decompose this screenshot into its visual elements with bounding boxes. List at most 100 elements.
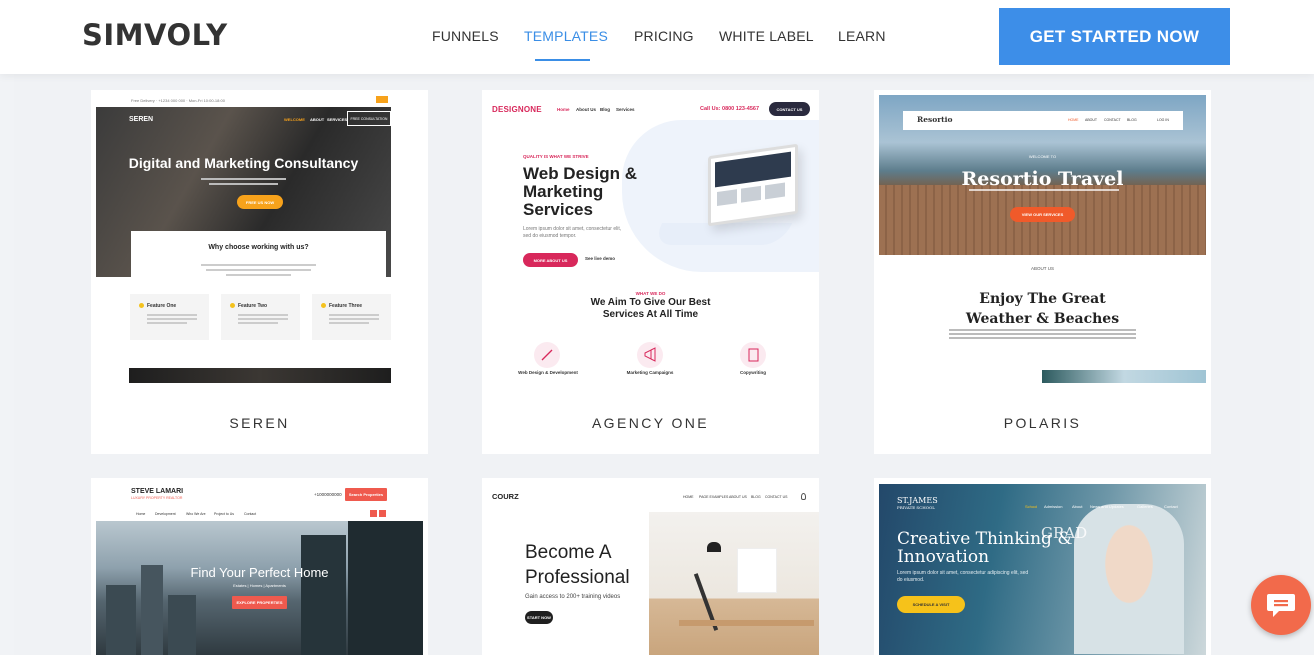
steve-cta: Search Properties bbox=[345, 488, 387, 501]
polaris-hero-title: Resortio Travel bbox=[961, 168, 1124, 190]
seren-feature-one-text bbox=[147, 312, 197, 326]
seren-nav-about: ABOUT bbox=[310, 117, 325, 122]
seren-topbar: Free Delivery · +1234 000 000 · Mon-Fri … bbox=[131, 98, 225, 103]
seren-feature-three-title: Feature Three bbox=[329, 303, 363, 309]
template-card-polaris[interactable]: Resortio HOME ABOUT CONTACT BLOG LOG IN … bbox=[874, 90, 1211, 454]
star-icon bbox=[321, 303, 326, 308]
agency-nav-home: Home bbox=[557, 107, 570, 112]
polaris-hero-button: VIEW OUR SERVICES bbox=[1010, 207, 1075, 222]
seren-brand: SEREN bbox=[129, 116, 154, 123]
nav-funnels[interactable]: FUNNELS bbox=[432, 28, 499, 44]
nav-pricing[interactable]: PRICING bbox=[634, 28, 694, 44]
seren-nav-consultation: FREE CONSULTATION bbox=[347, 111, 391, 126]
template-card-steve-lamari[interactable]: STEVE LAMARI LUXURY PROPERTY REALTOR +10… bbox=[91, 478, 428, 655]
courz-nav-pages: PAGE EXAMPLES bbox=[699, 495, 729, 499]
agency-demo-link: See live demo bbox=[585, 256, 616, 261]
steve-hero-button: EXPLORE PROPERTIES bbox=[232, 596, 287, 609]
st-james-brand-sub: PRIVATE SCHOOL bbox=[897, 505, 935, 510]
seren-feature-two: Feature Two bbox=[221, 294, 300, 340]
megaphone-icon bbox=[637, 342, 663, 368]
courz-hero-photo bbox=[649, 512, 819, 655]
polaris-navbar: Resortio HOME ABOUT CONTACT BLOG LOG IN bbox=[903, 111, 1183, 130]
chat-widget-button[interactable] bbox=[1251, 575, 1311, 635]
get-started-button[interactable]: GET STARTED NOW bbox=[999, 8, 1230, 65]
seren-feature-three: Feature Three bbox=[312, 294, 391, 340]
seren-why-text bbox=[201, 261, 316, 279]
agency-more-button: MORE ABOUT US bbox=[523, 253, 578, 267]
courz-hero-sub: Gain access to 200+ training videos bbox=[525, 594, 621, 600]
polaris-hero-text bbox=[969, 189, 1119, 191]
steve-nav-home: Home bbox=[136, 512, 146, 516]
star-icon bbox=[139, 303, 144, 308]
polaris-welcome: WELCOME TO bbox=[1028, 154, 1057, 159]
nav-learn[interactable]: LEARN bbox=[838, 28, 886, 44]
seren-feature-two-text bbox=[238, 312, 288, 326]
polaris-nav-contact: CONTACT bbox=[1104, 118, 1121, 122]
polaris-nav-about: ABOUT bbox=[1085, 118, 1098, 122]
st-james-nav-school: School bbox=[1025, 504, 1038, 509]
st-james-nav-galleries: Galleries bbox=[1137, 504, 1153, 509]
polaris-brand: Resortio bbox=[917, 115, 953, 124]
template-preview-courz: COURZ HOME PAGE EXAMPLES ABOUT US BLOG C… bbox=[482, 478, 819, 655]
template-preview-agency-one: DESIGNONE Home About Us Blog Services Ca… bbox=[482, 90, 819, 390]
agency-phone: Call Us: 0800 123-4567 bbox=[700, 106, 760, 112]
polaris-nav-blog: BLOG bbox=[1127, 118, 1137, 122]
template-card-agency-one[interactable]: DESIGNONE Home About Us Blog Services Ca… bbox=[482, 90, 819, 454]
active-nav-underline bbox=[535, 59, 590, 61]
seren-nav-welcome: WELCOME bbox=[284, 117, 305, 122]
courz-hero-button: START NOW bbox=[525, 611, 553, 624]
agency-brand: DESIGNONE bbox=[492, 105, 542, 114]
steve-hero: Find Your Perfect Home Estates | Homes |… bbox=[96, 521, 423, 655]
agency-nav-services: Services bbox=[616, 107, 635, 112]
polaris-footer-strip bbox=[1042, 370, 1206, 383]
nav-templates[interactable]: TEMPLATES bbox=[524, 28, 608, 44]
st-james-hero-title: Creative Thinking & Innovation bbox=[897, 529, 1073, 567]
courz-brand: COURZ bbox=[492, 492, 519, 501]
agency-section-title: We Aim To Give Our Best Services At All … bbox=[590, 297, 711, 320]
st-james-hero-text: Lorem ipsum dolor sit amet, consectetur … bbox=[897, 570, 1029, 583]
template-card-st-james[interactable]: ST.JAMES PRIVATE SCHOOL School Admission… bbox=[874, 478, 1211, 655]
courz-nav-home: HOME bbox=[683, 495, 694, 499]
steve-nav-project: Project to Us bbox=[214, 512, 235, 516]
seren-topbar-badge bbox=[376, 96, 388, 103]
polaris-nav-login: LOG IN bbox=[1157, 118, 1169, 122]
seren-nav-services: SERVICES bbox=[327, 117, 348, 122]
star-icon bbox=[230, 303, 235, 308]
courz-nav-about: ABOUT US bbox=[729, 495, 747, 499]
agency-service-copy: Copywriting bbox=[740, 370, 766, 375]
seren-feature-two-title: Feature Two bbox=[238, 303, 268, 309]
template-preview-polaris: Resortio HOME ABOUT CONTACT BLOG LOG IN … bbox=[874, 90, 1211, 390]
prev-arrow-icon bbox=[370, 510, 377, 517]
agency-contact-button: CONTACT US bbox=[769, 102, 810, 116]
st-james-nav-contact: Contact bbox=[1164, 504, 1178, 509]
agency-kicker: QUALITY IS WHAT WE STRIVE bbox=[523, 154, 589, 159]
agency-nav-blog: Blog bbox=[600, 107, 610, 112]
st-james-nav-news: News and Updates bbox=[1090, 504, 1124, 509]
laptop-base bbox=[651, 223, 793, 245]
polaris-nav-home: HOME bbox=[1068, 118, 1079, 122]
seren-hero-title: Digital and Marketing Consultancy bbox=[128, 155, 359, 171]
template-preview-st-james: ST.JAMES PRIVATE SCHOOL School Admission… bbox=[874, 478, 1211, 655]
polaris-hero: Resortio HOME ABOUT CONTACT BLOG LOG IN … bbox=[879, 95, 1206, 255]
courz-hero-title: Become A Professional bbox=[525, 542, 630, 588]
seren-feature-one: Feature One bbox=[130, 294, 209, 340]
steve-phone: +1000000000 bbox=[314, 492, 342, 497]
template-name-seren: SEREN bbox=[229, 415, 290, 431]
nav-white-label[interactable]: WHITE LABEL bbox=[719, 28, 814, 44]
site-header: SIMVOLY FUNNELS TEMPLATES PRICING WHITE … bbox=[0, 0, 1314, 74]
agency-hero-title: Web Design & Marketing Services bbox=[523, 164, 637, 219]
template-card-courz[interactable]: COURZ HOME PAGE EXAMPLES ABOUT US BLOG C… bbox=[482, 478, 819, 655]
st-james-nav-about: About bbox=[1072, 504, 1083, 509]
agency-nav-about: About Us bbox=[576, 107, 596, 112]
next-arrow-icon bbox=[379, 510, 386, 517]
agency-service-web: Web Design & Development bbox=[518, 370, 578, 375]
student-photo bbox=[1074, 504, 1184, 654]
steve-brand: STEVE LAMARI bbox=[131, 488, 184, 495]
courz-nav-contact: CONTACT US bbox=[765, 495, 788, 499]
courz-nav-blog: BLOG bbox=[751, 495, 761, 499]
template-card-seren[interactable]: Free Delivery · +1234 000 000 · Mon-Fri … bbox=[91, 90, 428, 454]
document-icon bbox=[740, 342, 766, 368]
template-preview-steve-lamari: STEVE LAMARI LUXURY PROPERTY REALTOR +10… bbox=[91, 478, 428, 655]
seren-hero-button: FREE US NOW bbox=[237, 195, 283, 209]
seren-why-title: Why choose working with us? bbox=[208, 244, 309, 251]
